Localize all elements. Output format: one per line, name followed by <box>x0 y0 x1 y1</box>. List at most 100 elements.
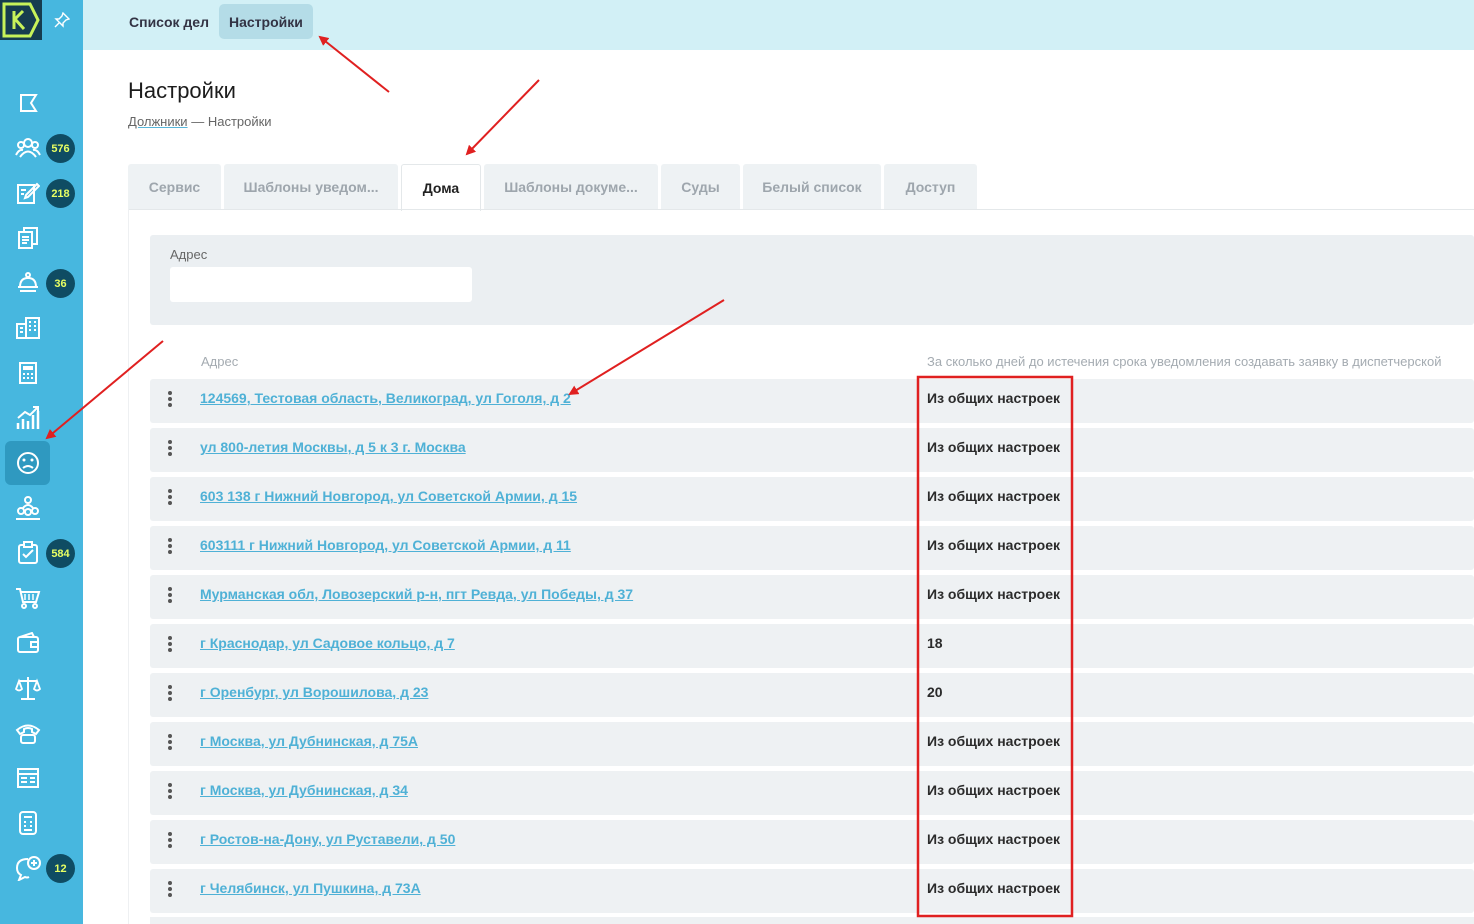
row-address-link[interactable]: ул 800-летия Москвы, д 5 к 3 г. Москва <box>200 439 466 455</box>
sad-face-icon <box>16 452 39 474</box>
table-row: г Краснодар, ул Садовое кольцо, д 7 18 <box>150 624 1474 668</box>
row-days-value: Из общих настроек <box>927 439 1060 455</box>
sidebar-item-debtors[interactable] <box>5 126 50 170</box>
row-address-link[interactable]: 124569, Тестовая область, Великоград, ул… <box>200 390 571 406</box>
row-address-link[interactable]: г Москва, ул Дубнинская, д 34 <box>200 782 408 798</box>
sidebar-item-debts[interactable] <box>5 441 50 485</box>
sidebar-item-calculator[interactable] <box>5 351 50 395</box>
row-days-value: Из общих настроек <box>927 537 1060 553</box>
row-address-link[interactable]: Мурманская обл, Ловозерский р-н, пгт Рев… <box>200 586 633 602</box>
table-row: ул 800-летия Москвы, д 5 к 3 г. Москва Из… <box>150 428 1474 472</box>
annotation-arrow-houses-tab <box>465 79 540 156</box>
breadcrumb-link-debtors[interactable]: Должники <box>128 114 188 129</box>
row-menu-icon[interactable] <box>166 734 174 754</box>
table-row: 124569, Тестовая область, Великоград, ул… <box>150 379 1474 423</box>
table-row: 603111 г Нижний Новгород, ул Советской А… <box>150 526 1474 570</box>
row-menu-icon[interactable] <box>166 538 174 558</box>
row-menu-icon[interactable] <box>166 489 174 509</box>
edit-document-icon <box>16 182 40 204</box>
newspaper-icon <box>16 768 39 788</box>
tab-document-templates[interactable]: Шаблоны докуме... <box>484 164 658 210</box>
sidebar: 576 218 36 584 12 <box>0 0 83 924</box>
sidebar-item-analytics[interactable] <box>5 396 50 440</box>
breadcrumb-separator: — <box>191 114 205 129</box>
column-header-days: За сколько дней до истечения срока уведо… <box>927 354 1442 369</box>
pin-icon[interactable] <box>54 11 71 33</box>
wallet-icon <box>16 632 39 653</box>
row-address-link[interactable]: г Ростов-на-Дону, ул Руставели, д 50 <box>200 831 455 847</box>
tab-service[interactable]: Сервис <box>128 164 221 210</box>
tab-notification-templates[interactable]: Шаблоны уведом... <box>224 164 398 210</box>
sidebar-item-wallet[interactable] <box>5 621 50 665</box>
tab-access[interactable]: Доступ <box>884 164 977 210</box>
app-logo[interactable] <box>0 0 42 40</box>
row-days-value: Из общих настроек <box>927 390 1060 406</box>
table-row: г Челябинск, ул Пушкина, д 73А Из общих н… <box>150 869 1474 913</box>
sidebar-item-chat[interactable] <box>5 846 50 890</box>
mobile-calculator-icon <box>18 811 37 835</box>
breadcrumb-current: Настройки <box>207 114 272 129</box>
address-filter-panel: Адрес <box>150 235 1474 325</box>
row-address-link[interactable]: 603111 г Нижний Новгород, ул Советской А… <box>200 537 571 553</box>
table-row: г Ростов-на-Дону, ул Руставели, д 50 Из о… <box>150 820 1474 864</box>
row-address-link[interactable]: г Оренбург, ул Ворошилова, д 23 <box>200 684 428 700</box>
sidebar-item-tasks[interactable] <box>5 531 50 575</box>
table-row-partial <box>150 917 1474 924</box>
sidebar-item-edit[interactable] <box>5 171 50 215</box>
chart-growth-icon <box>16 406 39 429</box>
badge-bell: 36 <box>46 269 75 298</box>
table-row: г Москва, ул Дубнинская, д 34 Из общих на… <box>150 771 1474 815</box>
logo-k-icon <box>2 2 40 38</box>
row-address-link[interactable]: г Краснодар, ул Садовое кольцо, д 7 <box>200 635 455 651</box>
page-title: Настройки <box>128 78 236 103</box>
sidebar-item-bell[interactable] <box>5 261 50 305</box>
row-menu-icon[interactable] <box>166 636 174 656</box>
documents-icon <box>17 227 38 249</box>
row-menu-icon[interactable] <box>166 685 174 705</box>
cart-icon <box>15 588 40 609</box>
table-row: 603 138 г Нижний Новгород, ул Советской … <box>150 477 1474 521</box>
badge-debtors: 576 <box>46 134 75 163</box>
calculator-icon <box>18 362 37 384</box>
sidebar-item-mobile-calc[interactable] <box>5 801 50 845</box>
top-tab-tasks[interactable]: Список дел <box>119 4 219 39</box>
top-tabs-bar: Список дел Настройки <box>83 0 1474 50</box>
phone-icon <box>15 724 40 744</box>
row-days-value: Из общих настроек <box>927 488 1060 504</box>
sidebar-item-phone[interactable] <box>5 711 50 755</box>
row-days-value: 20 <box>927 684 943 700</box>
row-menu-icon[interactable] <box>166 440 174 460</box>
row-menu-icon[interactable] <box>166 587 174 607</box>
address-filter-label: Адрес <box>170 247 208 262</box>
sidebar-item-documents[interactable] <box>5 216 50 260</box>
flag-icon <box>19 94 38 112</box>
sidebar-item-news[interactable] <box>5 756 50 800</box>
bell-icon <box>17 272 38 292</box>
badge-chat: 12 <box>46 854 75 883</box>
row-menu-icon[interactable] <box>166 832 174 852</box>
table-row: г Оренбург, ул Ворошилова, д 23 20 <box>150 673 1474 717</box>
table-row: г Москва, ул Дубнинская, д 75А Из общих н… <box>150 722 1474 766</box>
breadcrumb: Должники — Настройки <box>128 114 272 129</box>
tab-courts[interactable]: Суды <box>661 164 740 210</box>
sidebar-item-flag[interactable] <box>5 81 50 125</box>
tab-whitelist[interactable]: Белый список <box>743 164 881 210</box>
row-menu-icon[interactable] <box>166 783 174 803</box>
row-menu-icon[interactable] <box>166 881 174 901</box>
sidebar-item-cart[interactable] <box>5 576 50 620</box>
sidebar-item-team[interactable] <box>5 486 50 530</box>
row-address-link[interactable]: г Челябинск, ул Пушкина, д 73А <box>200 880 421 896</box>
top-tab-settings[interactable]: Настройки <box>219 4 313 39</box>
address-filter-input[interactable] <box>170 267 472 302</box>
row-menu-icon[interactable] <box>166 391 174 411</box>
row-address-link[interactable]: г Москва, ул Дубнинская, д 75А <box>200 733 418 749</box>
sidebar-item-buildings[interactable] <box>5 306 50 350</box>
badge-edit: 218 <box>46 179 75 208</box>
sidebar-item-courts[interactable] <box>5 666 50 710</box>
tab-houses[interactable]: Дома <box>401 164 481 211</box>
row-days-value: Из общих настроек <box>927 831 1060 847</box>
scales-icon <box>14 677 41 700</box>
row-address-link[interactable]: 603 138 г Нижний Новгород, ул Советской … <box>200 488 577 504</box>
row-days-value: Из общих настроек <box>927 733 1060 749</box>
table-row: Мурманская обл, Ловозерский р-н, пгт Рев… <box>150 575 1474 619</box>
